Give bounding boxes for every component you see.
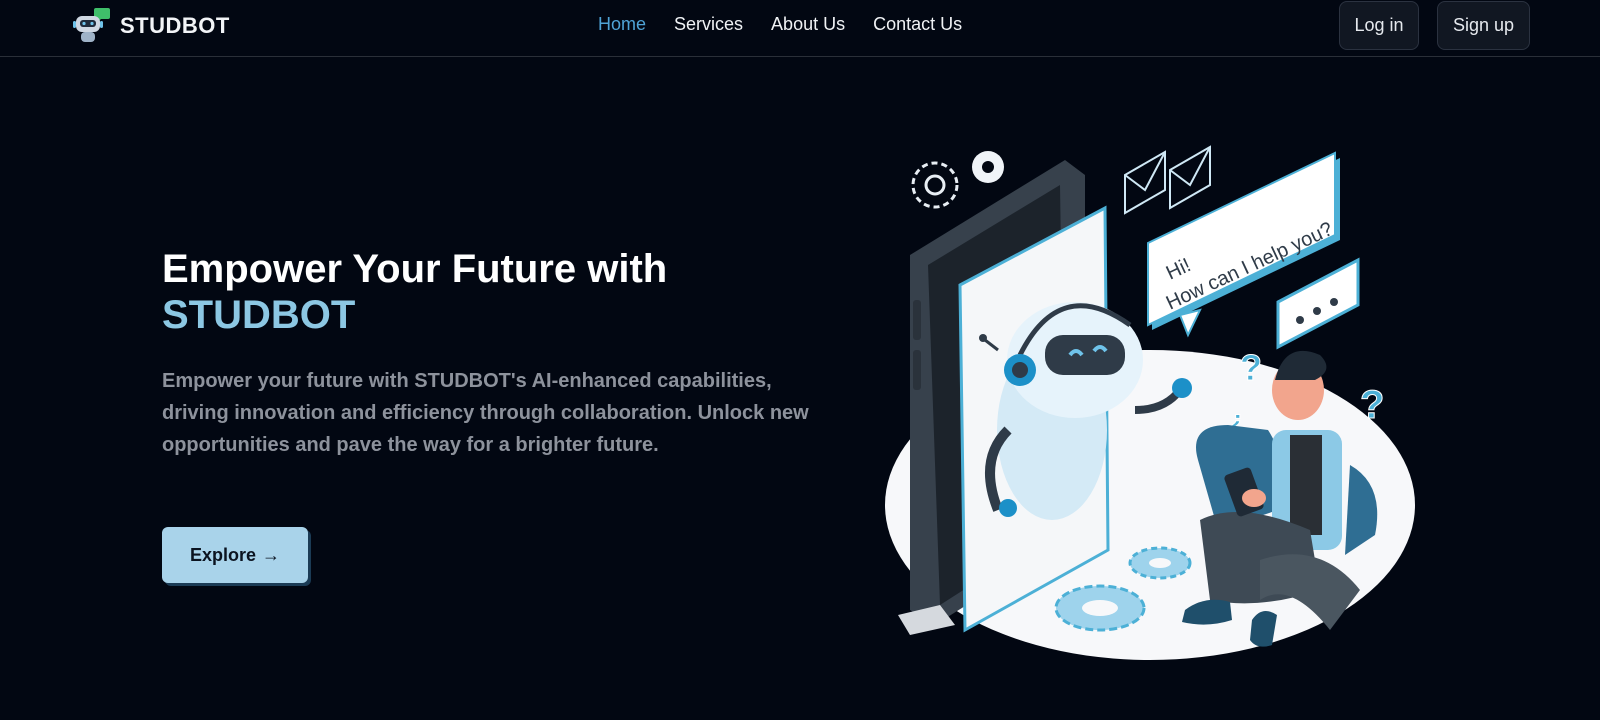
gear-outline-icon (911, 161, 959, 209)
nav-link-about[interactable]: About Us (771, 14, 845, 35)
svg-text:?: ? (1360, 383, 1384, 427)
hero-title-accent: STUDBOT (162, 293, 356, 337)
nav-link-home[interactable]: Home (598, 14, 646, 35)
gear-icons (911, 151, 1004, 209)
nav-link-services[interactable]: Services (674, 14, 743, 35)
explore-label: Explore (189, 544, 257, 565)
hero-title-main: Empower Your Future with (162, 247, 668, 291)
mail-icons (1124, 145, 1211, 215)
main-nav: Home Services About Us Contact Us (598, 14, 962, 35)
chatbot-illustration: Hi! How can I help you? ? ¿ ? (885, 145, 1415, 660)
login-button[interactable]: Log in (1339, 1, 1419, 50)
nav-link-contact[interactable]: Contact Us (873, 14, 962, 35)
navbar: STUDBOT Home Services About Us Contact U… (0, 0, 1600, 57)
brand-name: STUDBOT (120, 13, 230, 38)
arrow-right-icon: → (262, 544, 281, 565)
hero-description: Empower your future with STUDBOT's AI-en… (162, 370, 809, 456)
brand[interactable]: STUDBOT (72, 8, 230, 44)
svg-text:?: ? (1240, 347, 1262, 388)
robot-chat-icon (73, 8, 110, 42)
signup-button[interactable]: Sign up (1437, 1, 1530, 50)
typing-bubble (1276, 257, 1360, 350)
explore-button[interactable]: Explore → (162, 527, 308, 583)
hero-title: Empower Your Future with STUDBOT (162, 246, 667, 338)
